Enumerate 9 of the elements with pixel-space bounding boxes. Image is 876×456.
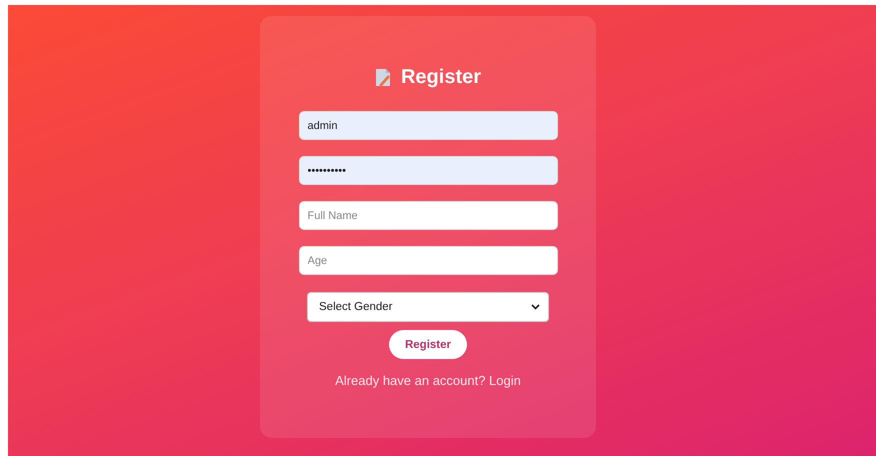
password-field[interactable]: •••••••••• bbox=[298, 156, 558, 185]
gender-select[interactable]: Select Gender bbox=[307, 292, 549, 322]
register-button[interactable]: Register bbox=[389, 330, 467, 359]
input-field[interactable]: Full Name bbox=[298, 201, 558, 230]
form-title: Register bbox=[400, 66, 482, 89]
chevron-down-icon bbox=[531, 304, 540, 310]
input-field[interactable]: admin bbox=[298, 111, 558, 140]
input-field[interactable]: Age bbox=[298, 246, 558, 275]
document-icon bbox=[374, 68, 391, 87]
